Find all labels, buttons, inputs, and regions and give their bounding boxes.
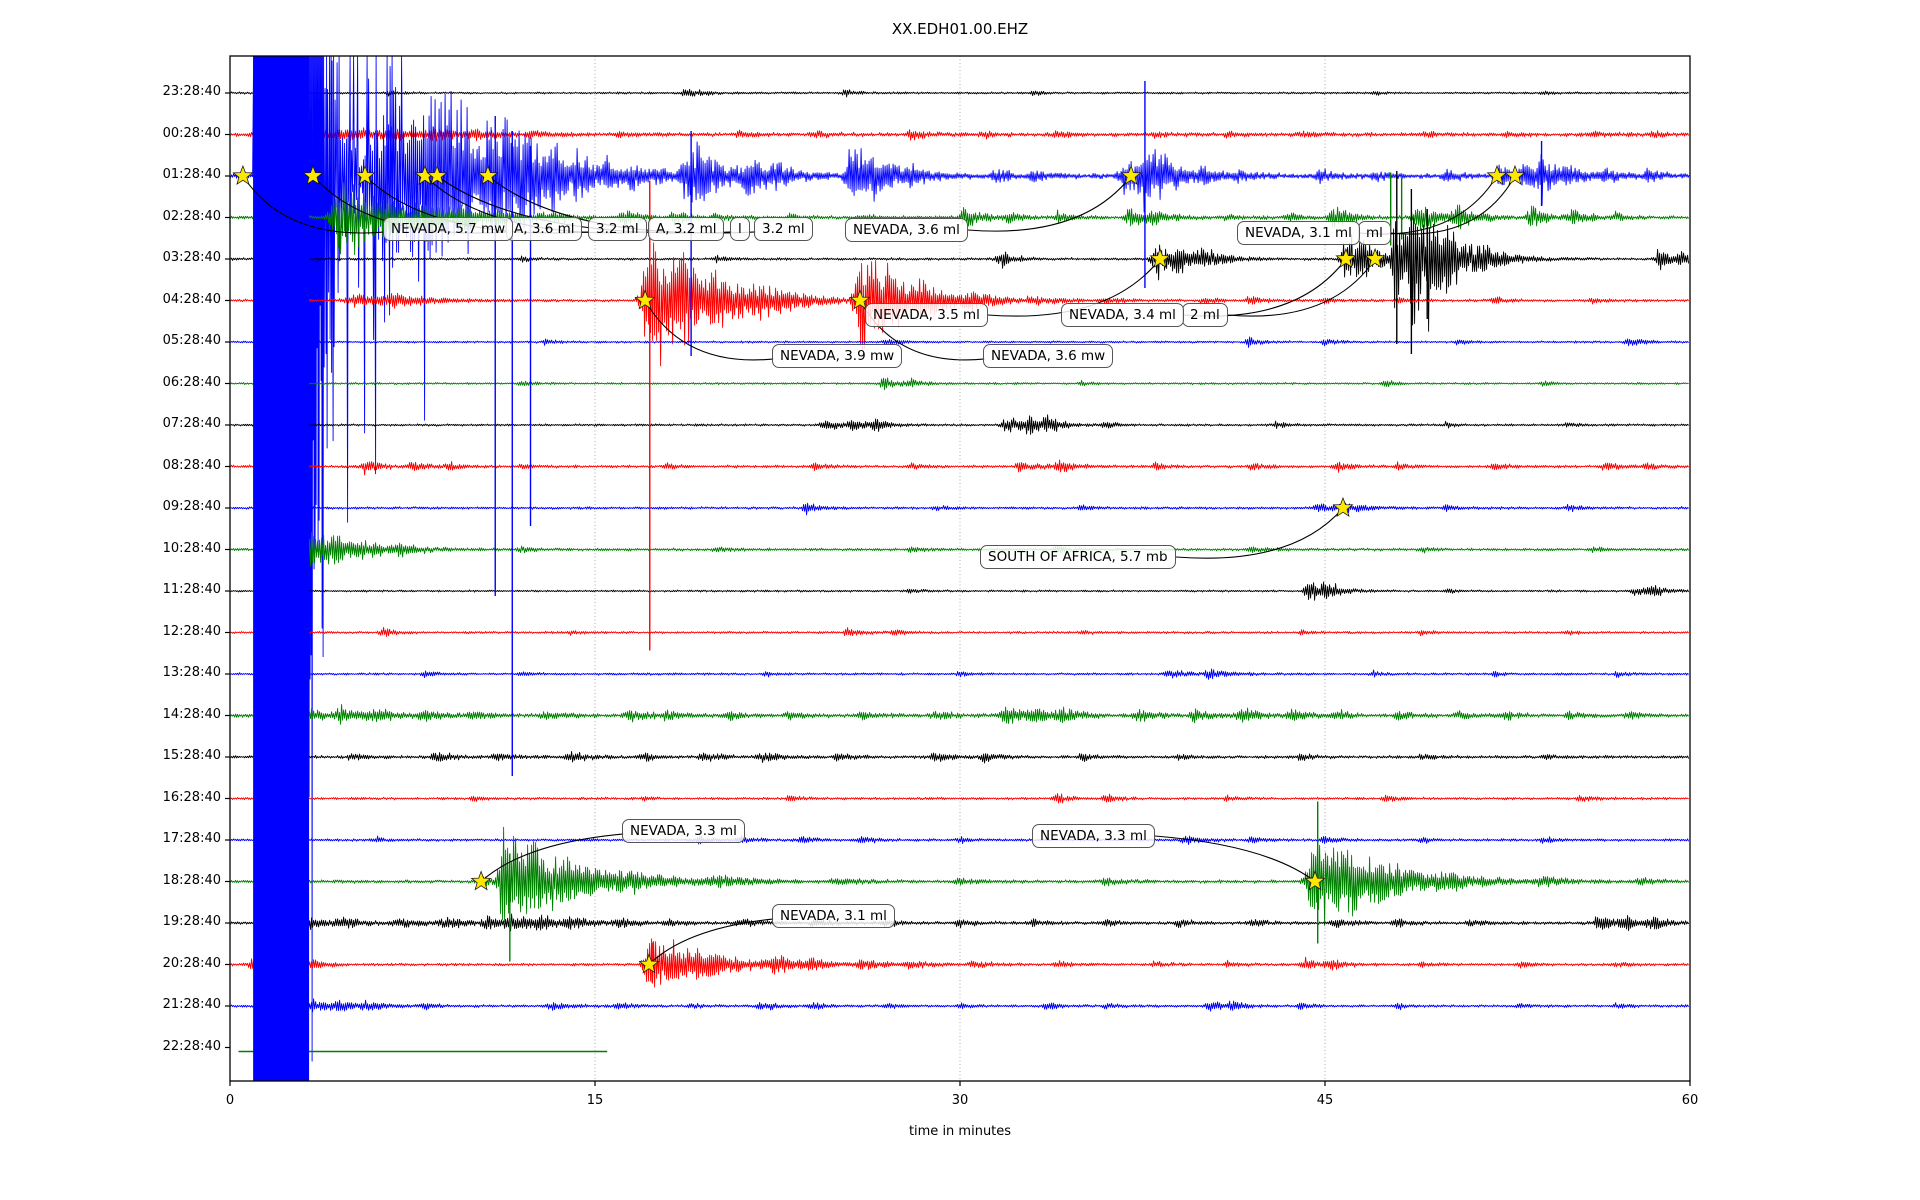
y-axis-tick-label: 17:28:40 — [0, 831, 221, 846]
y-axis-tick-label: 22:28:40 — [0, 1039, 221, 1054]
annotation-leader-line — [1155, 836, 1315, 882]
figure-window: XX.EDH01.00.EHZ time in minutes 01530456… — [0, 0, 1920, 1200]
trace-group — [231, 56, 1690, 1081]
y-axis-tick-label: 15:28:40 — [0, 748, 221, 763]
y-axis-tick-label: 09:28:40 — [0, 499, 221, 514]
annotation-label: NEVADA, 3.3 ml — [622, 819, 745, 843]
trace-13:28:40 — [231, 669, 1689, 679]
annotation-label: NEVADA, 3.6 ml — [845, 218, 968, 242]
y-axis-tick-label: 11:28:40 — [0, 582, 221, 597]
y-axis-tick-label: 02:28:40 — [0, 209, 221, 224]
y-axis-tick-label: 19:28:40 — [0, 914, 221, 929]
y-axis-tick-label: 03:28:40 — [0, 250, 221, 265]
annotation-label: 3.2 ml — [754, 217, 813, 241]
annotation-label: NEVADA, 3.6 mw — [983, 344, 1113, 368]
y-axis-tick-label: 20:28:40 — [0, 956, 221, 971]
annotation-label: NEVADA, 3.5 ml — [865, 303, 988, 327]
annotation-label: SOUTH OF AFRICA, 5.7 mb — [980, 545, 1176, 569]
y-axis-tick-label: 14:28:40 — [0, 707, 221, 722]
event-star-icon — [233, 166, 252, 184]
x-axis-tick-label: 45 — [1317, 1093, 1334, 1108]
y-axis-tick-label: 05:28:40 — [0, 333, 221, 348]
x-axis-tick-label: 15 — [587, 1093, 604, 1108]
trace-05:28:40 — [231, 337, 1689, 348]
event-star-icon — [1334, 498, 1353, 516]
annotation-label: l — [730, 217, 750, 241]
annotation-label: NEVADA, 3.9 mw — [772, 344, 902, 368]
y-axis-tick-label: 10:28:40 — [0, 541, 221, 556]
y-axis-tick-label: 21:28:40 — [0, 997, 221, 1012]
seismogram-plot — [0, 0, 1920, 1200]
y-axis-tick-label: 07:28:40 — [0, 416, 221, 431]
annotation-label: NEVADA, 3.1 ml — [772, 904, 895, 928]
event-stars — [233, 166, 1524, 973]
annotation-label: A, 3.6 ml — [506, 217, 582, 241]
y-axis-tick-label: 12:28:40 — [0, 624, 221, 639]
trace-21:28:40 — [231, 999, 1689, 1012]
trace-10:28:40 — [231, 533, 1689, 567]
annotation-label: 3.2 ml — [588, 217, 647, 241]
annotation-label: ml — [1358, 221, 1391, 245]
gridlines — [595, 56, 1325, 1081]
annotation-label: NEVADA, 3.1 ml — [1237, 221, 1360, 245]
annotation-label: A, 3.2 ml — [648, 217, 724, 241]
x-axis-label: time in minutes — [0, 1124, 1920, 1139]
y-axis-tick-label: 01:28:40 — [0, 167, 221, 182]
annotation-label: NEVADA, 3.4 ml — [1061, 303, 1184, 327]
event-star-icon — [472, 872, 491, 890]
y-axis-tick-label: 08:28:40 — [0, 458, 221, 473]
annotation-leader-line — [968, 176, 1131, 231]
annotation-label: NEVADA, 5.7 mw — [383, 217, 513, 241]
trace-12:28:40 — [231, 628, 1689, 637]
y-axis-tick-label: 23:28:40 — [0, 84, 221, 99]
annotation-label: 2 ml — [1182, 303, 1228, 327]
trace-23:28:40 — [231, 89, 1689, 97]
y-axis-tick-label: 13:28:40 — [0, 665, 221, 680]
y-axis-tick-label: 06:28:40 — [0, 375, 221, 390]
y-axis-tick-label: 18:28:40 — [0, 873, 221, 888]
x-axis-tick-label: 30 — [952, 1093, 969, 1108]
annotation-leader-line — [1228, 259, 1375, 316]
x-axis-tick-label: 0 — [226, 1093, 234, 1108]
x-axis-tick-label: 60 — [1682, 1093, 1699, 1108]
annotation-leader-line — [1391, 176, 1515, 234]
y-axis-tick-label: 04:28:40 — [0, 292, 221, 307]
y-axis-tick-label: 16:28:40 — [0, 790, 221, 805]
clipped-mainshock-block — [253, 56, 309, 1081]
y-axis-tick-label: 00:28:40 — [0, 126, 221, 141]
trace-06:28:40 — [231, 378, 1689, 390]
annotation-label: NEVADA, 3.3 ml — [1032, 824, 1155, 848]
annotation-leader-line — [1176, 508, 1343, 558]
